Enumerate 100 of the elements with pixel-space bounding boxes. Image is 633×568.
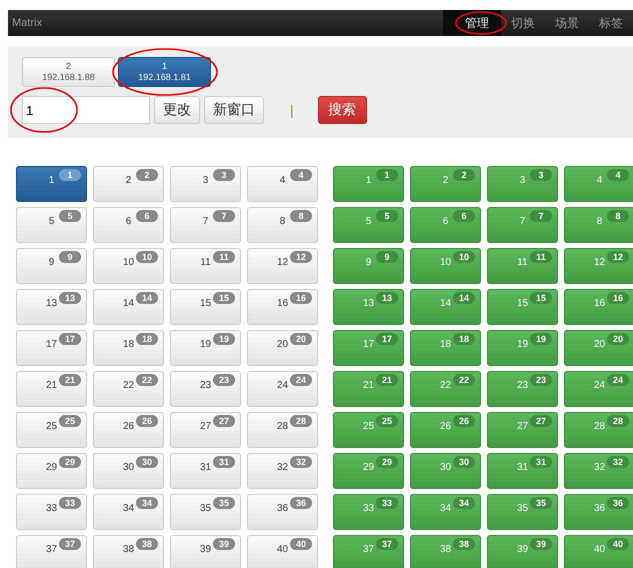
channel-button[interactable]: 20 20 bbox=[564, 330, 633, 366]
channel-button[interactable]: 33 33 bbox=[16, 494, 87, 530]
channel-button[interactable]: 25 25 bbox=[16, 412, 87, 448]
channel-button[interactable]: 19 19 bbox=[170, 330, 241, 366]
channel-badge: 9 bbox=[376, 251, 398, 263]
channel-button[interactable]: 23 23 bbox=[170, 371, 241, 407]
search-button[interactable]: 搜索 bbox=[318, 96, 367, 124]
channel-button[interactable]: 29 29 bbox=[16, 453, 87, 489]
channel-button[interactable]: 5 5 bbox=[16, 207, 87, 243]
channel-badge: 14 bbox=[453, 292, 475, 304]
channel-button[interactable]: 2 2 bbox=[93, 166, 164, 202]
channel-badge: 3 bbox=[530, 169, 552, 181]
channel-button[interactable]: 37 37 bbox=[333, 535, 404, 568]
nav-item[interactable]: 场景 bbox=[545, 10, 589, 36]
channel-button[interactable]: 35 35 bbox=[170, 494, 241, 530]
channel-button[interactable]: 8 8 bbox=[564, 207, 633, 243]
channel-button[interactable]: 37 37 bbox=[16, 535, 87, 568]
channel-button[interactable]: 36 36 bbox=[247, 494, 318, 530]
channel-button[interactable]: 8 8 bbox=[247, 207, 318, 243]
channel-button[interactable]: 14 14 bbox=[93, 289, 164, 325]
nav-item[interactable]: 切换 bbox=[501, 10, 545, 36]
channel-button[interactable]: 1 1 bbox=[16, 166, 87, 202]
input-field[interactable]: 1 bbox=[22, 96, 150, 124]
channel-button[interactable]: 11 11 bbox=[170, 248, 241, 284]
channel-button[interactable]: 35 35 bbox=[487, 494, 558, 530]
channel-button[interactable]: 19 19 bbox=[487, 330, 558, 366]
device-tab[interactable]: 2 192.168.1.88 bbox=[22, 57, 115, 87]
channel-button[interactable]: 15 15 bbox=[170, 289, 241, 325]
channel-button[interactable]: 31 31 bbox=[487, 453, 558, 489]
channel-button[interactable]: 16 16 bbox=[564, 289, 633, 325]
channel-button[interactable]: 34 34 bbox=[410, 494, 481, 530]
channel-badge: 15 bbox=[213, 292, 235, 304]
channel-button[interactable]: 31 31 bbox=[170, 453, 241, 489]
channel-button[interactable]: 7 7 bbox=[170, 207, 241, 243]
channel-button[interactable]: 22 22 bbox=[410, 371, 481, 407]
channel-button[interactable]: 2 2 bbox=[410, 166, 481, 202]
channel-button[interactable]: 27 27 bbox=[487, 412, 558, 448]
channel-button[interactable]: 10 10 bbox=[93, 248, 164, 284]
channel-button[interactable]: 1 1 bbox=[333, 166, 404, 202]
channel-button[interactable]: 9 9 bbox=[333, 248, 404, 284]
channel-button[interactable]: 34 34 bbox=[93, 494, 164, 530]
channel-button[interactable]: 18 18 bbox=[410, 330, 481, 366]
channel-badge: 10 bbox=[453, 251, 475, 263]
channel-button[interactable]: 16 16 bbox=[247, 289, 318, 325]
channel-button[interactable]: 25 25 bbox=[333, 412, 404, 448]
channel-button[interactable]: 13 13 bbox=[333, 289, 404, 325]
nav-item[interactable]: 标签 bbox=[589, 10, 633, 36]
action-button[interactable]: 新窗口 bbox=[204, 96, 264, 124]
channel-button[interactable]: 14 14 bbox=[410, 289, 481, 325]
channel-button[interactable]: 30 30 bbox=[410, 453, 481, 489]
channel-button[interactable]: 36 36 bbox=[564, 494, 633, 530]
channel-button[interactable]: 24 24 bbox=[564, 371, 633, 407]
channel-button[interactable]: 39 39 bbox=[487, 535, 558, 568]
channel-badge: 9 bbox=[59, 251, 81, 263]
channel-button[interactable]: 11 11 bbox=[487, 248, 558, 284]
separator-mark: | bbox=[290, 102, 294, 118]
channel-button[interactable]: 4 4 bbox=[564, 166, 633, 202]
channel-button[interactable]: 40 40 bbox=[564, 535, 633, 568]
channel-button[interactable]: 39 39 bbox=[170, 535, 241, 568]
channel-button[interactable]: 6 6 bbox=[93, 207, 164, 243]
channel-button[interactable]: 40 40 bbox=[247, 535, 318, 568]
channel-button[interactable]: 26 26 bbox=[410, 412, 481, 448]
channel-button[interactable]: 10 10 bbox=[410, 248, 481, 284]
channel-button[interactable]: 30 30 bbox=[93, 453, 164, 489]
channel-button[interactable]: 3 3 bbox=[487, 166, 558, 202]
channel-button[interactable]: 20 20 bbox=[247, 330, 318, 366]
channel-badge: 40 bbox=[607, 538, 629, 550]
device-tab[interactable]: 1 192.168.1.81 bbox=[118, 57, 211, 87]
channel-button[interactable]: 21 21 bbox=[16, 371, 87, 407]
channel-button[interactable]: 28 28 bbox=[247, 412, 318, 448]
action-button[interactable]: 更改 bbox=[154, 96, 200, 124]
channel-button[interactable]: 33 33 bbox=[333, 494, 404, 530]
channel-button[interactable]: 5 5 bbox=[333, 207, 404, 243]
channel-button[interactable]: 28 28 bbox=[564, 412, 633, 448]
channel-button[interactable]: 18 18 bbox=[93, 330, 164, 366]
channel-button[interactable]: 9 9 bbox=[16, 248, 87, 284]
channel-button[interactable]: 6 6 bbox=[410, 207, 481, 243]
channel-button[interactable]: 38 38 bbox=[93, 535, 164, 568]
channel-button[interactable]: 27 27 bbox=[170, 412, 241, 448]
channel-button[interactable]: 21 21 bbox=[333, 371, 404, 407]
channel-badge: 27 bbox=[213, 415, 235, 427]
channel-button[interactable]: 32 32 bbox=[564, 453, 633, 489]
channel-button[interactable]: 17 17 bbox=[333, 330, 404, 366]
channel-button[interactable]: 29 29 bbox=[333, 453, 404, 489]
channel-button[interactable]: 4 4 bbox=[247, 166, 318, 202]
channel-button[interactable]: 38 38 bbox=[410, 535, 481, 568]
channel-button[interactable]: 24 24 bbox=[247, 371, 318, 407]
channel-button[interactable]: 12 12 bbox=[247, 248, 318, 284]
channel-badge: 20 bbox=[607, 333, 629, 345]
channel-button[interactable]: 15 15 bbox=[487, 289, 558, 325]
channel-badge: 32 bbox=[290, 456, 312, 468]
channel-button[interactable]: 3 3 bbox=[170, 166, 241, 202]
channel-button[interactable]: 12 12 bbox=[564, 248, 633, 284]
channel-button[interactable]: 7 7 bbox=[487, 207, 558, 243]
channel-button[interactable]: 13 13 bbox=[16, 289, 87, 325]
channel-button[interactable]: 22 22 bbox=[93, 371, 164, 407]
channel-button[interactable]: 26 26 bbox=[93, 412, 164, 448]
channel-button[interactable]: 17 17 bbox=[16, 330, 87, 366]
channel-button[interactable]: 23 23 bbox=[487, 371, 558, 407]
channel-button[interactable]: 32 32 bbox=[247, 453, 318, 489]
